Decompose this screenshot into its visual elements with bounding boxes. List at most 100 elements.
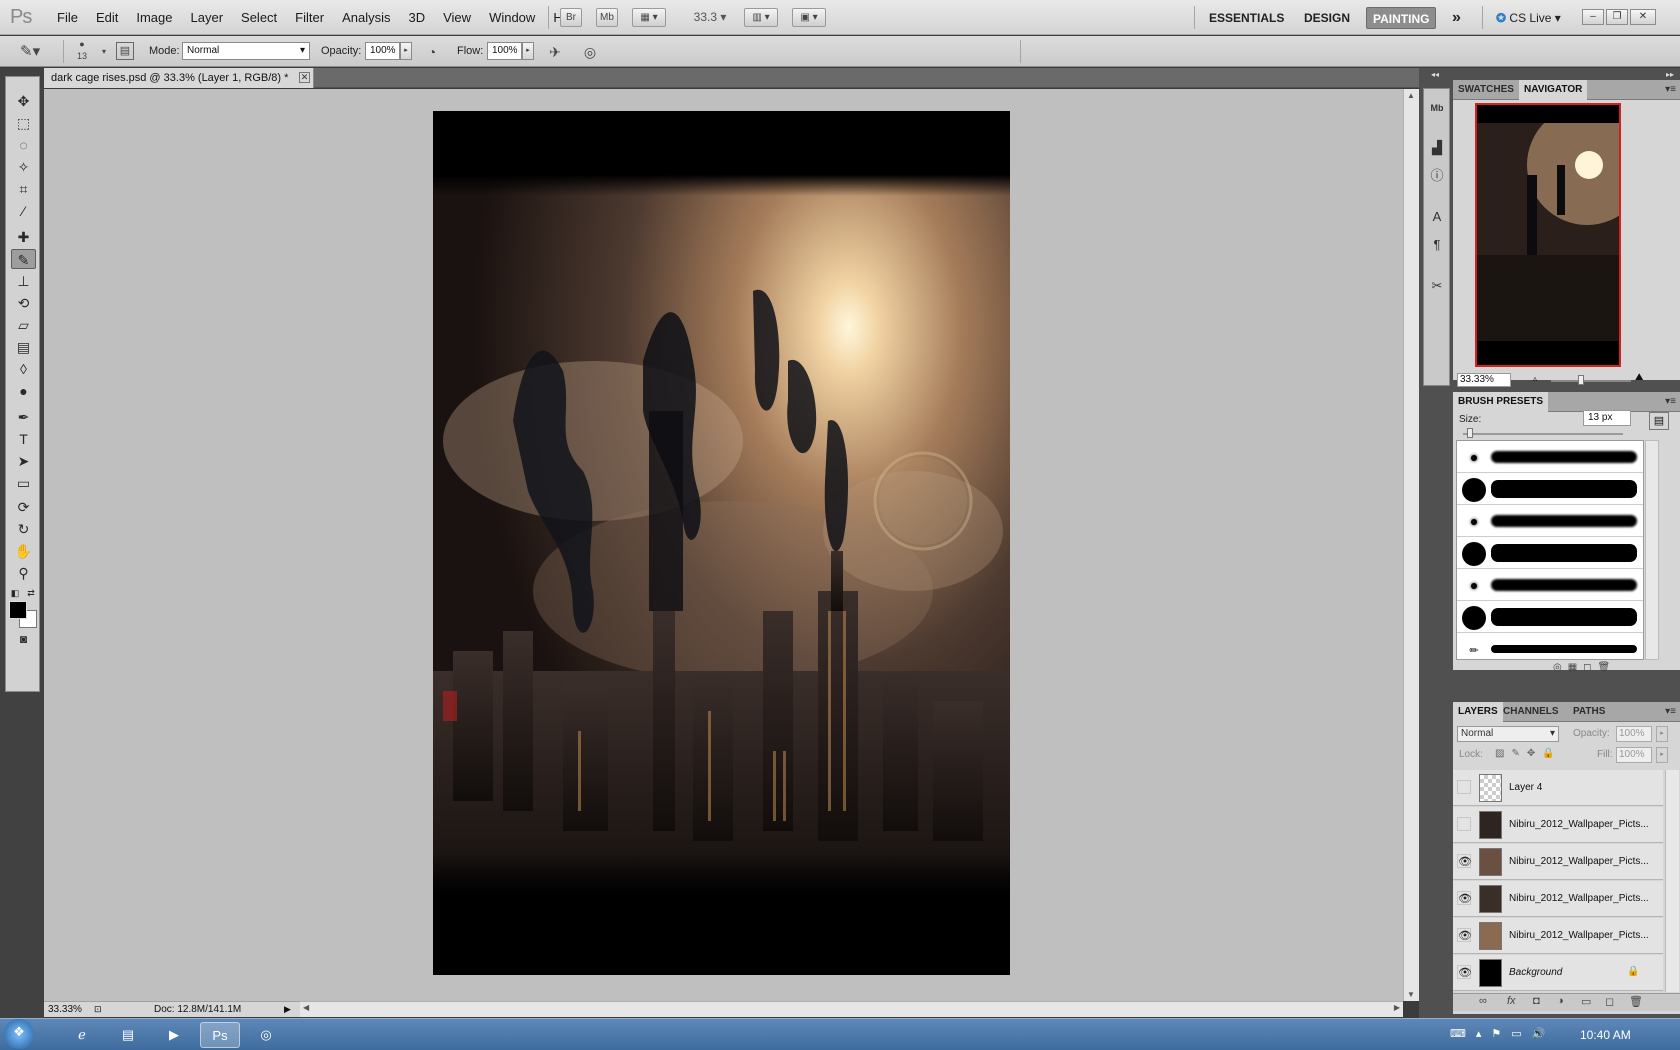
layer-row[interactable]: Nibiru_2012_Wallpaper_Picts... — [1453, 807, 1663, 843]
new-layer-icon[interactable]: ◻ — [1605, 995, 1614, 1008]
pen-tool-icon[interactable]: ✒ — [11, 407, 36, 427]
mode-select[interactable]: Normal ▾ — [182, 42, 310, 60]
tab-navigator[interactable]: NAVIGATOR — [1519, 80, 1588, 100]
panel-menu-icon[interactable]: ▾≡ — [1665, 84, 1676, 95]
visibility-eye-icon[interactable] — [1457, 817, 1471, 831]
visibility-eye-icon[interactable]: 👁 — [1457, 965, 1472, 979]
brush-preset-item[interactable] — [1457, 505, 1643, 537]
quick-selection-tool-icon[interactable]: ✧ — [11, 157, 36, 177]
workspace-painting[interactable]: PAINTING — [1366, 7, 1437, 29]
arrange-documents-button[interactable]: ▥ ▾ — [744, 8, 778, 27]
type-tool-icon[interactable]: T — [11, 429, 36, 449]
3d-rotate-tool-icon[interactable]: ⟳ — [11, 497, 36, 517]
zoom-out-icon[interactable]: ▵ — [1533, 374, 1537, 383]
brush-size-input[interactable]: 13 px — [1583, 410, 1631, 426]
layer-style-icon[interactable]: fx — [1507, 995, 1516, 1007]
brush-presets-footer-icons[interactable]: ◎▦◻🗑 — [1553, 662, 1616, 673]
menu-view[interactable]: View — [434, 0, 480, 35]
gradient-tool-icon[interactable]: ▤ — [11, 337, 36, 357]
airbrush-icon[interactable]: ✈ — [545, 42, 565, 62]
menu-analysis[interactable]: Analysis — [333, 0, 399, 35]
default-colors-icon[interactable]: ◧ — [8, 583, 22, 603]
tab-swatches[interactable]: SWATCHES — [1453, 80, 1519, 100]
hand-tool-icon[interactable]: ✋ — [11, 541, 36, 561]
flow-slider-arrow-icon[interactable]: ▸ — [522, 42, 534, 60]
visibility-eye-icon[interactable]: 👁 — [1457, 854, 1472, 868]
collapse-dock-icon[interactable]: ◂◂ — [1431, 70, 1439, 79]
eraser-tool-icon[interactable]: ▱ — [11, 315, 36, 335]
workspace-essentials[interactable]: ESSENTIALS — [1203, 7, 1290, 29]
layer-opacity-input[interactable]: 100% — [1616, 726, 1652, 742]
menu-file[interactable]: File — [48, 0, 87, 35]
document-workspace[interactable] — [44, 89, 1403, 1001]
tab-brush-presets[interactable]: BRUSH PRESETS — [1453, 392, 1549, 412]
tablet-size-pressure-icon[interactable]: ◎ — [580, 42, 600, 62]
histogram-icon[interactable]: ▟ — [1426, 137, 1448, 159]
tab-layers[interactable]: LAYERS — [1453, 702, 1503, 722]
brush-preset-item[interactable] — [1457, 601, 1643, 633]
scroll-up-icon[interactable]: ▲ — [1407, 91, 1415, 100]
close-window-icon[interactable]: ✕ — [1630, 9, 1656, 25]
document-canvas[interactable] — [433, 111, 1010, 975]
menu-image[interactable]: Image — [127, 0, 181, 35]
visibility-eye-icon[interactable] — [1457, 780, 1471, 794]
brush-preset-item[interactable] — [1457, 569, 1643, 601]
document-tab[interactable]: dark cage rises.psd @ 33.3% (Layer 1, RG… — [44, 68, 314, 88]
taskbar-clock[interactable]: 10:40 AM — [1580, 1019, 1631, 1050]
healing-brush-tool-icon[interactable]: ✚ — [11, 227, 36, 247]
more-workspaces-icon[interactable]: » — [1446, 7, 1467, 29]
layer-row[interactable]: 👁 Nibiru_2012_Wallpaper_Picts... — [1453, 881, 1663, 917]
system-tray-icons[interactable]: ⌨▴⚑▭🔊 — [1450, 1027, 1555, 1040]
layers-scrollbar[interactable] — [1665, 770, 1679, 992]
minimize-icon[interactable]: – — [1582, 9, 1604, 25]
tablet-opacity-pressure-icon[interactable]: ◔ — [422, 42, 442, 62]
foreground-color-swatch[interactable] — [9, 601, 27, 619]
scroll-right-icon[interactable]: ▶ — [1394, 1003, 1400, 1012]
marquee-tool-icon[interactable]: ⬚ — [11, 113, 36, 133]
menu-layer[interactable]: Layer — [182, 0, 233, 35]
cs-live-button[interactable]: ✪ CS Live ▾ — [1496, 7, 1561, 29]
brush-preset-item[interactable] — [1457, 473, 1643, 505]
menu-select[interactable]: Select — [232, 0, 286, 35]
menu-edit[interactable]: Edit — [87, 0, 127, 35]
new-group-icon[interactable]: ▭ — [1581, 995, 1591, 1008]
close-document-icon[interactable]: ✕ — [299, 72, 310, 83]
status-info-icon[interactable]: ⊡ — [94, 1002, 102, 1017]
quick-mask-icon[interactable]: ◙ — [11, 629, 36, 649]
scroll-left-icon[interactable]: ◀ — [303, 1003, 309, 1012]
internet-explorer-icon[interactable]: ℯ — [62, 1022, 102, 1048]
view-extras-button[interactable]: ▦ ▾ — [632, 8, 666, 27]
opacity-input[interactable]: 100% — [365, 42, 400, 60]
tab-channels[interactable]: CHANNELS — [1498, 702, 1564, 722]
layer-blend-mode-select[interactable]: Normal ▾ — [1457, 726, 1559, 742]
mini-bridge-icon[interactable]: Mb — [1426, 97, 1448, 119]
dodge-tool-icon[interactable]: ● — [11, 381, 36, 401]
layer-row[interactable]: Layer 4 — [1453, 770, 1663, 806]
media-player-icon[interactable]: ▶ — [154, 1022, 194, 1048]
mini-bridge-button[interactable]: Mb — [596, 8, 618, 27]
adjustment-layer-icon[interactable]: ◑ — [1557, 995, 1564, 1007]
workspace-design[interactable]: DESIGN — [1298, 7, 1356, 29]
navigator-zoom-input[interactable]: 33.33% — [1457, 373, 1511, 387]
brush-panel-toggle-icon[interactable]: ▤ — [116, 42, 134, 60]
fill-arrow-icon[interactable]: ▸ — [1656, 747, 1668, 763]
link-layers-icon[interactable]: ∞ — [1479, 995, 1487, 1007]
paragraph-icon[interactable]: ¶ — [1426, 234, 1448, 256]
info-icon[interactable]: ⓘ — [1426, 165, 1448, 187]
brush-list-scrollbar[interactable] — [1645, 440, 1659, 660]
path-selection-tool-icon[interactable]: ➤ — [11, 451, 36, 471]
horizontal-scrollbar[interactable]: ◀ ▶ — [300, 1001, 1403, 1017]
zoom-in-icon[interactable]: ⛰ — [1635, 372, 1643, 383]
character-icon[interactable]: A — [1426, 206, 1448, 228]
toggle-brush-panel-icon[interactable]: ▤ — [1649, 412, 1669, 430]
brush-picker-arrow-icon[interactable]: ▾ — [94, 42, 114, 62]
opacity-arrow-icon[interactable]: ▸ — [1656, 726, 1668, 742]
expand-panels-icon[interactable]: ▸▸ — [1666, 70, 1674, 79]
blur-tool-icon[interactable]: ◊ — [11, 359, 36, 379]
status-zoom[interactable]: 33.33% — [48, 1002, 82, 1017]
flow-input[interactable]: 100% — [487, 42, 522, 60]
navigator-thumbnail[interactable] — [1475, 103, 1621, 367]
delete-layer-icon[interactable]: 🗑 — [1629, 995, 1643, 1008]
shape-tool-icon[interactable]: ▭ — [11, 473, 36, 493]
layer-row[interactable]: 👁 Background 🔒 — [1453, 955, 1663, 991]
